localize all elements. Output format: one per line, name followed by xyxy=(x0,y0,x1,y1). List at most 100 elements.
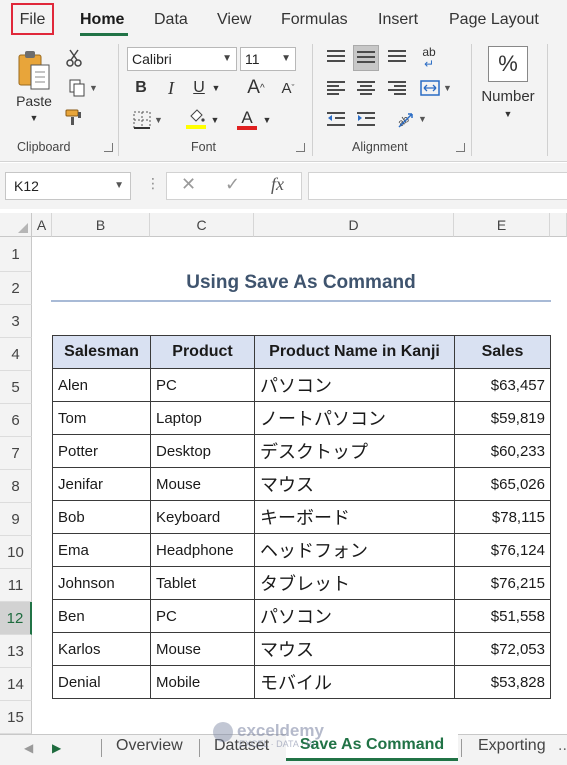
row-header-6[interactable]: 6 xyxy=(0,404,32,437)
tab-formulas[interactable]: Formulas xyxy=(281,0,348,40)
number-dropdown-icon[interactable]: ▼ xyxy=(498,108,518,120)
cell-kanji[interactable]: マウス xyxy=(254,467,455,501)
decrease-indent-icon[interactable] xyxy=(324,107,348,131)
cell-sales[interactable]: $51,558 xyxy=(454,599,551,633)
insert-function-icon[interactable]: fx xyxy=(271,174,284,195)
row-header-4[interactable]: 4 xyxy=(0,338,32,371)
column-header-a[interactable]: A xyxy=(32,213,52,237)
cell-product[interactable]: Mouse xyxy=(150,467,255,501)
cell-product[interactable]: PC xyxy=(150,368,255,402)
row-header-1[interactable]: 1 xyxy=(0,237,32,272)
cut-icon[interactable] xyxy=(63,47,85,69)
tab-data[interactable]: Data xyxy=(154,0,188,40)
row-header-11[interactable]: 11 xyxy=(0,569,32,602)
cell-sales[interactable]: $60,233 xyxy=(454,434,551,468)
drag-handle-icon[interactable]: ⋮ xyxy=(146,175,160,192)
cell-product[interactable]: Desktop xyxy=(150,434,255,468)
cell-sales[interactable]: $76,124 xyxy=(454,533,551,567)
align-right-icon[interactable] xyxy=(385,76,409,100)
font-color-dropdown-icon[interactable]: ▼ xyxy=(260,108,274,132)
sheet-tab-exporting[interactable]: Exporting xyxy=(476,735,548,759)
row-header-15[interactable]: 15 xyxy=(0,701,32,734)
align-left-icon[interactable] xyxy=(324,76,348,100)
chevron-down-icon[interactable]: ▼ xyxy=(24,112,44,124)
cell-salesman[interactable]: Ema xyxy=(52,533,151,567)
clipboard-launcher-icon[interactable] xyxy=(104,143,113,152)
cell-kanji[interactable]: ヘッドフォン xyxy=(254,533,455,567)
cell-product[interactable]: Mobile xyxy=(150,665,255,699)
row-header-5[interactable]: 5 xyxy=(0,371,32,404)
cell-kanji[interactable]: デスクトップ xyxy=(254,434,455,468)
cell-kanji[interactable]: タブレット xyxy=(254,566,455,600)
paste-button[interactable]: Paste xyxy=(12,92,56,110)
align-center-icon[interactable] xyxy=(354,76,378,100)
column-header-f[interactable] xyxy=(550,213,567,237)
font-name-select[interactable]: Calibri ▼ xyxy=(127,47,237,71)
cell-product[interactable]: Keyboard xyxy=(150,500,255,534)
row-header-3[interactable]: 3 xyxy=(0,305,32,338)
select-all-button[interactable] xyxy=(0,213,32,237)
paste-icon[interactable] xyxy=(14,46,54,94)
cell-product[interactable]: Laptop xyxy=(150,401,255,435)
row-header-12[interactable]: 12 xyxy=(0,602,32,635)
cell-sales[interactable]: $78,115 xyxy=(454,500,551,534)
header-product-kanji[interactable]: Product Name in Kanji xyxy=(254,335,455,369)
name-box[interactable]: K12 ▼ xyxy=(5,172,131,200)
header-salesman[interactable]: Salesman xyxy=(52,335,151,369)
cell-salesman[interactable]: Karlos xyxy=(52,632,151,666)
cell-sales[interactable]: $72,053 xyxy=(454,632,551,666)
underline-button[interactable]: U xyxy=(188,76,210,100)
cancel-icon[interactable]: ✕ xyxy=(181,174,196,195)
cell-kanji[interactable]: ノートパソコン xyxy=(254,401,455,435)
tab-page-layout[interactable]: Page Layout xyxy=(449,0,539,40)
cell-salesman[interactable]: Tom xyxy=(52,401,151,435)
cell-salesman[interactable]: Denial xyxy=(52,665,151,699)
cell-sales[interactable]: $65,026 xyxy=(454,467,551,501)
formula-input[interactable] xyxy=(308,172,567,200)
increase-indent-icon[interactable] xyxy=(354,107,378,131)
cell-kanji[interactable]: マウス xyxy=(254,632,455,666)
column-header-e[interactable]: E xyxy=(454,213,550,237)
cell-kanji[interactable]: パソコン xyxy=(254,599,455,633)
more-tabs-icon[interactable]: ... xyxy=(556,735,567,759)
tab-view[interactable]: View xyxy=(217,0,251,40)
cell-sales[interactable]: $63,457 xyxy=(454,368,551,402)
cell-salesman[interactable]: Alen xyxy=(52,368,151,402)
cell-salesman[interactable]: Bob xyxy=(52,500,151,534)
scroll-tabs-right-icon[interactable]: ▶ xyxy=(52,741,61,755)
wrap-text-icon[interactable]: ab ↵ xyxy=(416,44,442,72)
cell-sales[interactable]: $53,828 xyxy=(454,665,551,699)
header-product[interactable]: Product xyxy=(150,335,255,369)
number-format-icon[interactable]: % xyxy=(488,46,528,82)
tab-insert[interactable]: Insert xyxy=(378,0,418,40)
font-size-select[interactable]: 11 ▼ xyxy=(240,47,296,71)
bold-button[interactable]: B xyxy=(128,76,154,100)
italic-button[interactable]: I xyxy=(158,76,184,100)
cell-product[interactable]: PC xyxy=(150,599,255,633)
cell-kanji[interactable]: パソコン xyxy=(254,368,455,402)
scroll-tabs-left-icon[interactable]: ◀ xyxy=(24,741,33,755)
cell-product[interactable]: Tablet xyxy=(150,566,255,600)
cell-salesman[interactable]: Johnson xyxy=(52,566,151,600)
merge-center-icon[interactable]: ▼ xyxy=(416,76,456,100)
sheet-tab-overview[interactable]: Overview xyxy=(114,735,185,759)
cell-product[interactable]: Mouse xyxy=(150,632,255,666)
font-color-button[interactable]: A xyxy=(235,106,259,132)
row-header-7[interactable]: 7 xyxy=(0,437,32,470)
align-top-icon[interactable] xyxy=(324,45,348,69)
grow-font-button[interactable]: A ^ xyxy=(243,76,269,100)
cell-kanji[interactable]: モバイル xyxy=(254,665,455,699)
cell-kanji[interactable]: キーボード xyxy=(254,500,455,534)
font-launcher-icon[interactable] xyxy=(296,143,305,152)
cell-salesman[interactable]: Ben xyxy=(52,599,151,633)
cell-salesman[interactable]: Jenifar xyxy=(52,467,151,501)
tab-file[interactable]: File xyxy=(11,3,54,35)
cell-salesman[interactable]: Potter xyxy=(52,434,151,468)
borders-button[interactable]: ▼ xyxy=(128,108,168,132)
row-header-13[interactable]: 13 xyxy=(0,635,32,668)
cell-sales[interactable]: $59,819 xyxy=(454,401,551,435)
orientation-icon[interactable]: ab▼ xyxy=(392,106,430,132)
row-header-10[interactable]: 10 xyxy=(0,536,32,569)
fill-color-dropdown-icon[interactable]: ▼ xyxy=(208,108,222,132)
cell-sales[interactable]: $76,215 xyxy=(454,566,551,600)
